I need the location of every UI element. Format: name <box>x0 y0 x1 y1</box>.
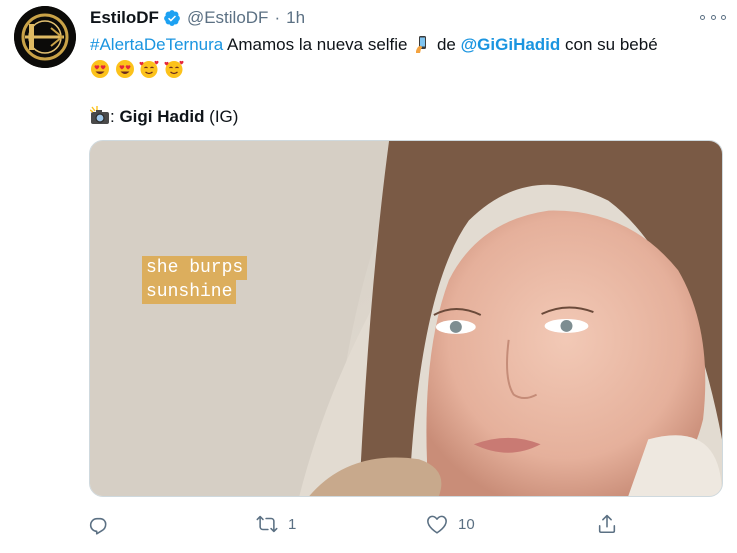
hashtag-link[interactable]: #AlertaDeTernura <box>90 35 223 54</box>
selfie-photo <box>90 141 722 496</box>
tweet-text: #AlertaDeTernura Amamos la nueva selfie … <box>90 32 730 82</box>
like-icon <box>427 515 447 534</box>
retweet-button[interactable]: 1 <box>256 510 296 538</box>
tweet-text-part: Amamos la nueva selfie <box>223 35 413 54</box>
avatar[interactable] <box>14 6 76 68</box>
reply-icon <box>89 517 107 535</box>
mention-link[interactable]: @GiGiHadid <box>461 35 561 54</box>
smiling-face-with-hearts-emoji <box>139 60 159 78</box>
separator-dot: · <box>274 8 281 27</box>
reply-button[interactable] <box>88 510 120 538</box>
retweet-icon <box>256 515 278 533</box>
story-sticker-text: sunshine <box>142 280 237 304</box>
credit-source: (IG) <box>204 107 239 126</box>
share-button[interactable] <box>596 510 618 538</box>
tweet-text-part: de <box>432 35 461 54</box>
author-handle[interactable]: @EstiloDF <box>187 8 269 28</box>
selfie-emoji <box>416 36 427 53</box>
verified-badge-icon <box>163 9 181 27</box>
like-count: 10 <box>458 515 475 533</box>
share-icon <box>598 514 616 534</box>
tweet-header: EstiloDF @EstiloDF · 1h <box>90 6 305 30</box>
author-name[interactable]: EstiloDF <box>90 8 159 28</box>
tweet-photo[interactable]: she burps sunshine <box>89 140 723 497</box>
estilodf-logo <box>14 6 76 68</box>
tweet-text-part: con su bebé <box>560 35 658 54</box>
heart-eyes-emoji <box>115 60 134 78</box>
camera-flash-emoji <box>90 106 109 124</box>
smiling-face-with-hearts-emoji <box>164 60 184 78</box>
retweet-count: 1 <box>288 515 297 533</box>
more-icon[interactable] <box>700 8 726 26</box>
credit-name: Gigi Hadid <box>119 107 205 126</box>
like-button[interactable]: 10 <box>426 510 475 538</box>
tweet[interactable]: EstiloDF @EstiloDF · 1h #AlertaDeTernura… <box>0 0 737 553</box>
heart-eyes-emoji <box>91 60 109 78</box>
photo-credit: : Gigi Hadid (IG) <box>90 104 238 129</box>
tweet-actions: 1 10 <box>88 510 628 538</box>
tweet-time[interactable]: 1h <box>286 8 305 28</box>
story-sticker-text: she burps <box>142 256 248 280</box>
